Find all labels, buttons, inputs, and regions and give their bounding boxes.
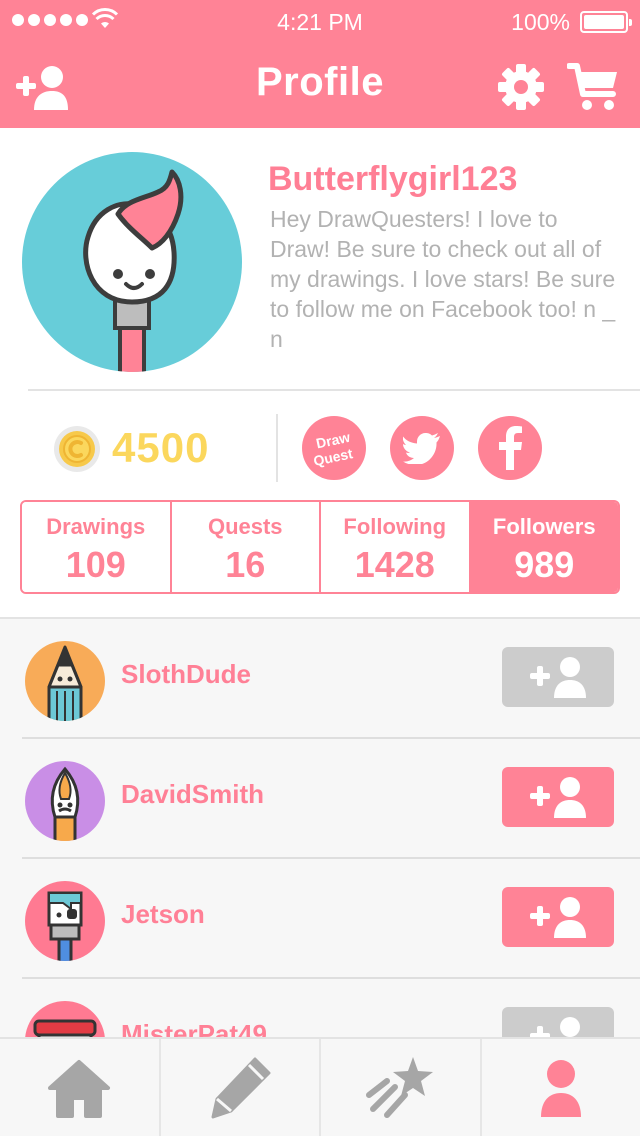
follow-button[interactable] bbox=[502, 1007, 614, 1037]
tab-home[interactable] bbox=[0, 1039, 161, 1136]
user-name[interactable]: MisterPat49 bbox=[121, 1019, 267, 1037]
profile-avatar bbox=[22, 152, 242, 372]
list-item[interactable]: DavidSmith bbox=[0, 739, 640, 859]
twitter-icon[interactable] bbox=[390, 416, 454, 480]
tab-profile[interactable] bbox=[482, 1039, 640, 1136]
list-item[interactable]: MisterPat49 bbox=[0, 979, 640, 1037]
battery-percent: 100% bbox=[511, 9, 570, 35]
coin-icon bbox=[54, 426, 100, 472]
pencil-icon bbox=[211, 1057, 271, 1118]
paint-brush-avatar-icon bbox=[47, 891, 83, 961]
shooting-star-icon bbox=[366, 1056, 434, 1118]
user-name[interactable]: Jetson bbox=[121, 899, 205, 930]
follow-button[interactable] bbox=[502, 767, 614, 827]
followers-list: SlothDude DavidSmith Jetson MisterPat49 bbox=[0, 617, 640, 1037]
paintbrush-avatar-icon bbox=[83, 169, 184, 372]
paint-bucket-avatar-icon bbox=[33, 1019, 97, 1037]
home-icon bbox=[48, 1059, 111, 1118]
list-item[interactable]: SlothDude bbox=[0, 619, 640, 739]
stat-value: 989 bbox=[514, 544, 575, 585]
stat-value: 16 bbox=[225, 544, 266, 585]
stat-value: 1428 bbox=[354, 544, 435, 585]
user-name[interactable]: SlothDude bbox=[121, 659, 251, 690]
gear-icon[interactable] bbox=[497, 63, 545, 111]
add-friend-icon bbox=[530, 897, 586, 938]
stat-value: 109 bbox=[65, 544, 126, 585]
tab-quests[interactable] bbox=[321, 1039, 482, 1136]
username: Butterflygirl123 bbox=[268, 160, 518, 198]
profile-icon bbox=[540, 1059, 581, 1117]
add-friend-icon bbox=[530, 657, 586, 698]
follow-button[interactable] bbox=[502, 647, 614, 707]
coin-balance: 4500 bbox=[112, 424, 210, 471]
add-friend-icon bbox=[530, 1017, 580, 1037]
divider bbox=[276, 414, 278, 482]
profile-bio: Hey DrawQuesters! I love to Draw! Be sur… bbox=[270, 206, 616, 352]
stat-label: Followers bbox=[492, 514, 596, 539]
tab-quests[interactable]: Quests 16 bbox=[171, 502, 321, 592]
user-name[interactable]: DavidSmith bbox=[121, 779, 264, 810]
add-friend-icon bbox=[530, 777, 586, 818]
stat-label: Drawings bbox=[46, 514, 146, 539]
avatar bbox=[25, 881, 105, 961]
status-bar: 4:21 PM 100% bbox=[0, 0, 640, 42]
stat-label: Following bbox=[343, 514, 447, 539]
avatar bbox=[25, 1001, 105, 1037]
avatar bbox=[25, 761, 105, 841]
tab-followers[interactable]: Followers 989 bbox=[470, 502, 618, 592]
list-item[interactable]: Jetson bbox=[0, 859, 640, 979]
drawquest-icon[interactable]: Draw Quest bbox=[302, 416, 366, 480]
tab-drawings[interactable]: Drawings 109 bbox=[22, 502, 172, 592]
cart-icon[interactable] bbox=[567, 62, 619, 112]
pencil-avatar-icon bbox=[47, 645, 83, 721]
tab-draw[interactable] bbox=[161, 1039, 321, 1136]
divider bbox=[28, 389, 640, 391]
follow-button[interactable] bbox=[502, 887, 614, 947]
stat-label: Quests bbox=[207, 514, 283, 539]
facebook-icon[interactable] bbox=[478, 416, 542, 480]
tab-following[interactable]: Following 1428 bbox=[321, 502, 471, 592]
top-bar: 4:21 PM 100% Profile bbox=[0, 0, 640, 128]
tab-bar bbox=[0, 1037, 640, 1136]
stats-tabs: Drawings 109 Quests 16 Following 1428 Fo… bbox=[20, 500, 620, 594]
battery-icon bbox=[580, 11, 632, 33]
fountain-pen-avatar-icon bbox=[50, 766, 80, 841]
avatar bbox=[25, 641, 105, 721]
